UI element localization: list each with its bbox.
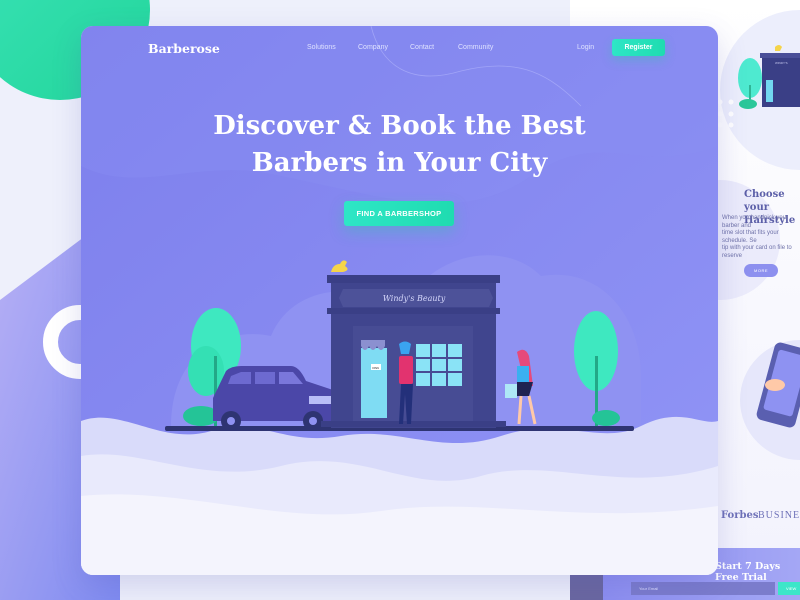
trial-title: Start 7 Days Free Trial — [715, 561, 781, 583]
shop-door — [361, 348, 387, 418]
email-input[interactable]: Your Email — [631, 582, 775, 595]
press-logo-forbes: Forbes — [721, 510, 759, 521]
nav-company[interactable]: Company — [358, 44, 388, 51]
headline-line-1: Discover & Book the Best — [213, 111, 586, 141]
nav-solutions[interactable]: Solutions — [307, 44, 336, 51]
section-paragraph: When you handpick your barber and time s… — [722, 215, 799, 260]
press-logo-business: BUSINESS — [758, 510, 800, 521]
nav-community[interactable]: Community — [458, 44, 493, 51]
more-button[interactable]: MORE — [744, 264, 778, 277]
find-barbershop-button[interactable]: FIND A BARBERSHOP — [344, 201, 454, 226]
foreground-clouds — [81, 416, 718, 575]
brand-logo[interactable]: Barberose — [148, 41, 220, 56]
shop-window — [416, 344, 462, 386]
mini-shop-sign: WINDY'S — [775, 61, 788, 65]
section-paragraph-line: time slot that fits your schedule. Se — [722, 230, 779, 244]
section-paragraph-line: tip with your card on file to reserve — [722, 245, 792, 259]
shop-sign-text: Windy's Beauty — [383, 294, 446, 303]
section-paragraph-line: When you handpick your barber and — [722, 215, 789, 229]
nav-contact[interactable]: Contact — [410, 44, 434, 51]
door-open-sign: OPEN — [372, 367, 379, 370]
login-link[interactable]: Login — [577, 44, 594, 51]
landing-page-card: OPEN Windy's Beauty Barberose Solutions … — [81, 26, 718, 575]
hero-headline: Discover & Book the Best Barbers in Your… — [81, 108, 718, 182]
mini-shop-icon: WINDY'S — [760, 45, 800, 107]
submit-button[interactable]: VIEW — [778, 582, 800, 595]
register-button[interactable]: Register — [612, 39, 665, 56]
shopping-bag-icon — [505, 384, 517, 398]
headline-line-2: Barbers in Your City — [251, 148, 548, 178]
